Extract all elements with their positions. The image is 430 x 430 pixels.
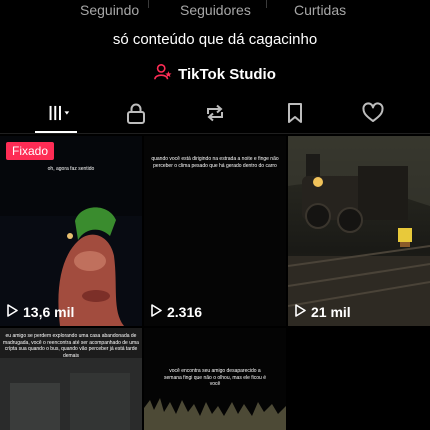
tab-videos[interactable] — [42, 103, 76, 127]
video-thumbnail[interactable]: quando você está dirigindo na estrada a … — [144, 136, 286, 326]
view-count: 21 mil — [295, 304, 351, 320]
tab-favorites[interactable] — [283, 102, 307, 129]
view-count: 13,6 mil — [7, 304, 74, 320]
tab-liked[interactable] — [361, 101, 385, 129]
followers-label[interactable]: Seguidores — [180, 2, 251, 18]
view-count-label: 21 mil — [311, 304, 351, 320]
video-thumbnail[interactable] — [288, 328, 430, 430]
thumbnail-image — [288, 136, 430, 326]
thumbnail-image — [288, 328, 430, 430]
following-label[interactable]: Seguindo — [80, 2, 139, 18]
divider — [148, 0, 149, 8]
video-caption: quando você está dirigindo na estrada a … — [151, 156, 279, 169]
pinned-badge: Fixado — [6, 142, 55, 160]
video-thumbnail[interactable]: 21 mil — [288, 136, 430, 326]
play-icon — [295, 304, 306, 320]
tab-private[interactable] — [124, 103, 148, 127]
view-count-label: 13,6 mil — [23, 304, 75, 320]
video-caption: eu amigo se perdem explorando uma casa a… — [3, 333, 139, 359]
profile-stats: Seguindo Seguidores Curtidas — [0, 0, 430, 22]
tab-reposts[interactable] — [203, 103, 227, 127]
play-icon — [151, 304, 162, 320]
video-thumbnail[interactable]: Fixado oh, agora faz sentido 13,6 mil — [0, 136, 142, 326]
profile-bio: só conteúdo que dá cagacinho — [112, 31, 318, 48]
play-icon — [7, 304, 18, 320]
likes-label[interactable]: Curtidas — [294, 2, 346, 18]
heart-icon — [362, 101, 384, 129]
video-caption: oh, agora faz sentido — [47, 166, 95, 172]
tiktok-studio-label: TikTok Studio — [178, 65, 276, 83]
video-thumbnail[interactable]: eu amigo se perdem explorando uma casa a… — [0, 328, 142, 430]
view-count-label: 2.316 — [167, 304, 203, 320]
video-grid: Fixado oh, agora faz sentido 13,6 mil qu… — [0, 136, 430, 430]
video-caption: você encontra seu amigo desaparecido a s… — [164, 368, 267, 387]
tiktok-studio-link[interactable]: TikTok Studio — [0, 63, 430, 85]
lock-icon — [125, 102, 147, 129]
grid-icon — [48, 102, 70, 129]
repost-icon — [204, 102, 226, 129]
thumbnail-image — [0, 207, 142, 326]
video-thumbnail[interactable]: você encontra seu amigo desaparecido a s… — [144, 328, 286, 430]
profile-tabs — [0, 98, 430, 134]
divider — [266, 0, 267, 8]
user-star-icon — [154, 63, 172, 85]
active-tab-indicator — [35, 131, 77, 133]
bookmark-icon — [284, 102, 306, 129]
view-count: 2.316 — [151, 304, 202, 320]
